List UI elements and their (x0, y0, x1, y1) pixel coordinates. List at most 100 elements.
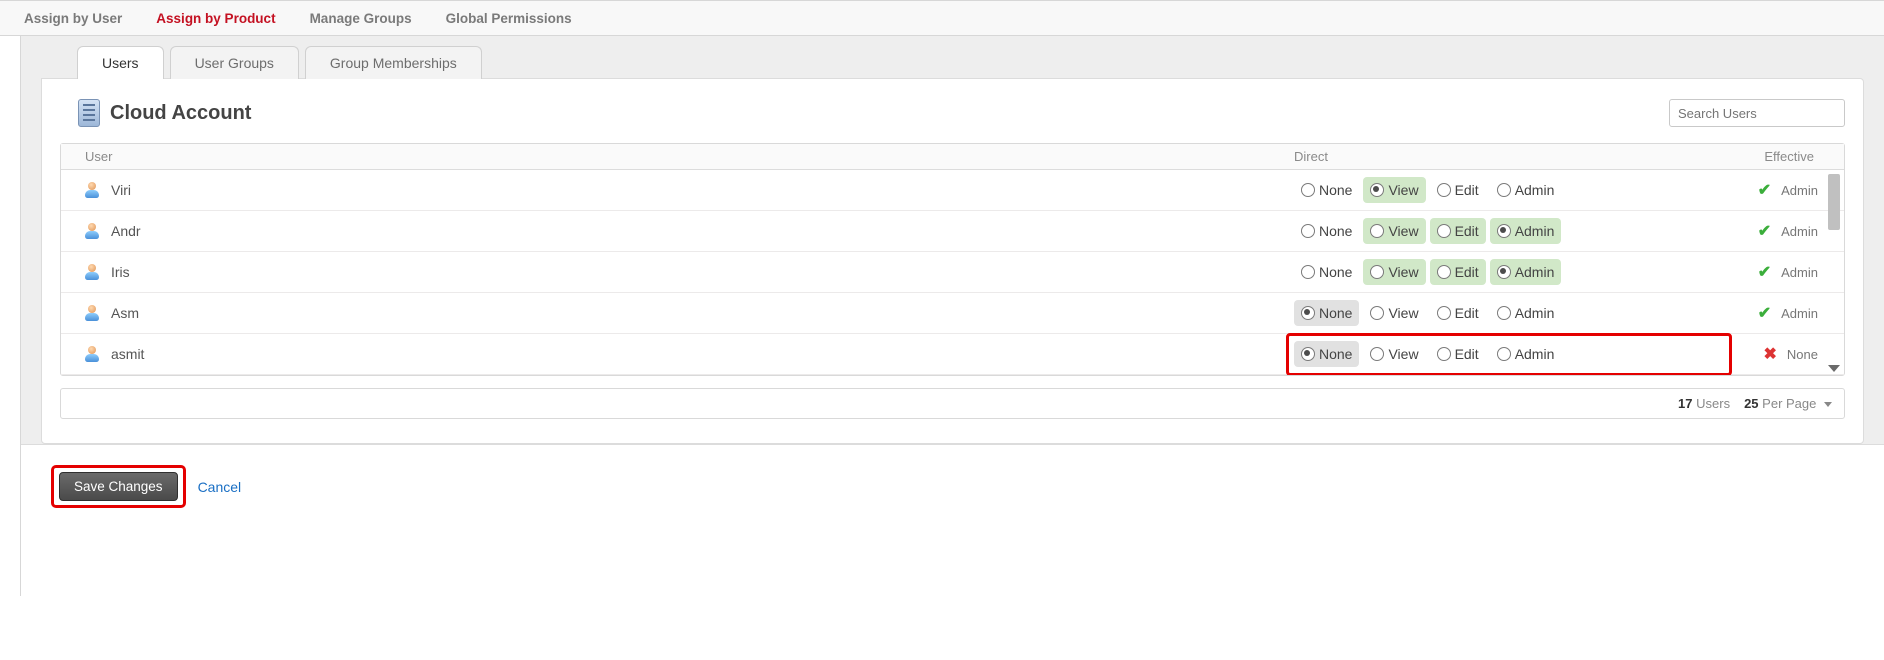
user-icon (85, 264, 99, 280)
radio-label: View (1388, 182, 1418, 198)
radio-input-edit[interactable] (1437, 265, 1451, 279)
radio-input-edit[interactable] (1437, 224, 1451, 238)
footer-perpage-group[interactable]: 25 Per Page (1744, 396, 1832, 411)
radio-input-none[interactable] (1301, 224, 1315, 238)
radio-input-view[interactable] (1370, 347, 1384, 361)
radio-none[interactable]: None (1294, 218, 1359, 244)
topnav-item-0[interactable]: Assign by User (24, 11, 122, 26)
radio-input-admin[interactable] (1497, 183, 1511, 197)
action-bar: Save Changes Cancel (51, 465, 1884, 508)
table-row: IrisNoneViewEditAdmin✔Admin (61, 252, 1844, 293)
user-name: Iris (111, 264, 130, 280)
radio-input-view[interactable] (1370, 224, 1384, 238)
user-name: asmit (111, 346, 144, 362)
radio-admin[interactable]: Admin (1490, 177, 1562, 203)
cell-user: asmit (61, 346, 1294, 362)
radio-input-edit[interactable] (1437, 183, 1451, 197)
table-row: AndrNoneViewEditAdmin✔Admin (61, 211, 1844, 252)
radio-none[interactable]: None (1294, 341, 1359, 367)
radio-input-admin[interactable] (1497, 265, 1511, 279)
radio-none[interactable]: None (1294, 177, 1359, 203)
scrollbar-track[interactable] (1826, 170, 1842, 375)
radio-edit[interactable]: Edit (1430, 341, 1486, 367)
radio-input-edit[interactable] (1437, 306, 1451, 320)
radio-view[interactable]: View (1363, 341, 1425, 367)
radio-input-none[interactable] (1301, 306, 1315, 320)
radio-label: Admin (1515, 264, 1555, 280)
cell-user: Asm (61, 305, 1294, 321)
tab-1[interactable]: User Groups (170, 46, 299, 79)
cell-user: Viri (61, 182, 1294, 198)
cell-user: Andr (61, 223, 1294, 239)
radio-edit[interactable]: Edit (1430, 259, 1486, 285)
radio-label: None (1319, 223, 1352, 239)
permissions-grid: User Direct Effective ViriNoneViewEditAd… (60, 143, 1845, 376)
radio-input-admin[interactable] (1497, 347, 1511, 361)
radio-edit[interactable]: Edit (1430, 218, 1486, 244)
radio-input-view[interactable] (1370, 306, 1384, 320)
cell-direct: None View Edit Admin (1294, 177, 1734, 203)
top-nav: Assign by User Assign by Product Manage Gr… (0, 0, 1884, 36)
radio-label: Admin (1515, 305, 1555, 321)
radio-input-view[interactable] (1370, 183, 1384, 197)
radio-edit[interactable]: Edit (1430, 177, 1486, 203)
radio-label: Edit (1455, 223, 1479, 239)
cancel-link[interactable]: Cancel (198, 479, 242, 495)
permissions-card: Cloud Account User Direct Effective Viri… (41, 78, 1864, 444)
scrollbar-thumb[interactable] (1828, 174, 1840, 230)
radio-input-none[interactable] (1301, 265, 1315, 279)
radio-admin[interactable]: Admin (1490, 300, 1562, 326)
panel-background: UsersUser GroupsGroup Memberships Cloud … (21, 36, 1884, 445)
radio-view[interactable]: View (1363, 218, 1425, 244)
radio-admin[interactable]: Admin (1490, 218, 1562, 244)
footer-count-group: 17 Users (1678, 396, 1730, 411)
radio-input-none[interactable] (1301, 347, 1315, 361)
table-row: ViriNoneViewEditAdmin✔Admin (61, 170, 1844, 211)
scrollbar-down-arrow-icon[interactable] (1828, 365, 1840, 372)
save-highlight-box: Save Changes (51, 465, 186, 508)
topnav-item-3[interactable]: Global Permissions (446, 11, 572, 26)
radio-none[interactable]: None (1294, 259, 1359, 285)
radio-label: Admin (1515, 182, 1555, 198)
page-title: Cloud Account (110, 102, 251, 125)
radio-label: None (1319, 182, 1352, 198)
server-icon (78, 99, 100, 127)
radio-edit[interactable]: Edit (1430, 300, 1486, 326)
table-row: asmitNoneViewEditAdmin✖None (61, 334, 1844, 375)
radio-label: None (1319, 346, 1352, 362)
save-button[interactable]: Save Changes (59, 472, 178, 501)
radio-view[interactable]: View (1363, 300, 1425, 326)
radio-view[interactable]: View (1363, 177, 1425, 203)
radio-input-none[interactable] (1301, 183, 1315, 197)
radio-admin[interactable]: Admin (1490, 341, 1562, 367)
check-icon: ✔ (1758, 221, 1771, 241)
radio-input-edit[interactable] (1437, 347, 1451, 361)
topnav-item-2[interactable]: Manage Groups (310, 11, 412, 26)
check-icon: ✔ (1758, 262, 1771, 282)
radio-label: View (1388, 223, 1418, 239)
radio-label: View (1388, 346, 1418, 362)
radio-input-admin[interactable] (1497, 224, 1511, 238)
effective-label: Admin (1781, 306, 1818, 321)
tab-0[interactable]: Users (77, 46, 164, 79)
radio-view[interactable]: View (1363, 259, 1425, 285)
radio-label: Edit (1455, 346, 1479, 362)
radio-admin[interactable]: Admin (1490, 259, 1562, 285)
radio-none[interactable]: None (1294, 300, 1359, 326)
card-header: Cloud Account (60, 99, 1845, 127)
topnav-item-1[interactable]: Assign by Product (156, 11, 275, 26)
user-name: Viri (111, 182, 131, 198)
radio-label: View (1388, 305, 1418, 321)
user-name: Asm (111, 305, 139, 321)
cell-user: Iris (61, 264, 1294, 280)
table-row: AsmNoneViewEditAdmin✔Admin (61, 293, 1844, 334)
col-header-effective: Effective (1734, 149, 1844, 164)
effective-label: None (1787, 347, 1818, 362)
radio-label: Edit (1455, 264, 1479, 280)
tab-2[interactable]: Group Memberships (305, 46, 482, 79)
chevron-down-icon (1824, 402, 1832, 407)
radio-label: None (1319, 305, 1352, 321)
radio-input-admin[interactable] (1497, 306, 1511, 320)
search-input[interactable] (1669, 99, 1845, 127)
radio-input-view[interactable] (1370, 265, 1384, 279)
